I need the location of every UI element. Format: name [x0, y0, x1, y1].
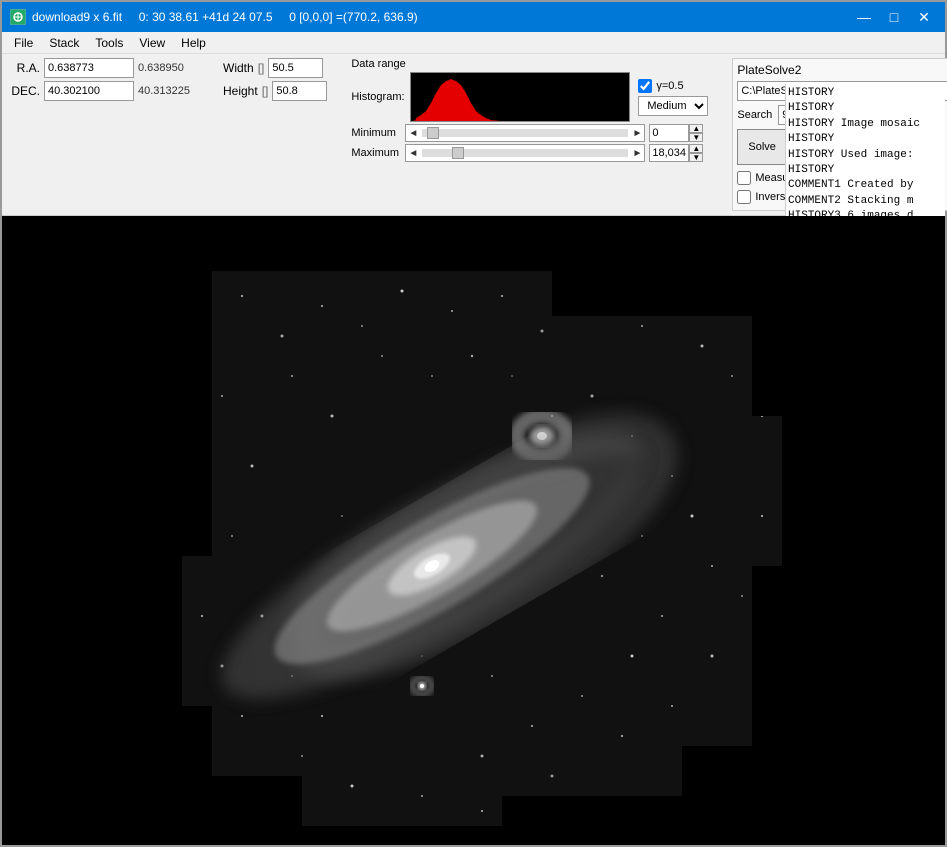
app-icon: [10, 9, 26, 25]
coordinates-section: R.A. 0.638950 DEC. 40.313225: [8, 58, 203, 101]
gamma-row: γ=0.5: [638, 79, 708, 93]
min-spinner-btns: ▲ ▼: [689, 124, 703, 142]
max-track: [422, 149, 628, 157]
width-bracket: []: [258, 61, 265, 75]
galaxy-image: [2, 216, 945, 826]
fits-line-2: HISTORY Image mosaic: [788, 117, 943, 132]
gamma-checkbox[interactable]: [638, 79, 652, 93]
min-arrow-left[interactable]: ◄: [408, 128, 418, 139]
histogram-label: Histogram:: [351, 91, 406, 103]
height-label: Height: [223, 84, 258, 98]
menu-stack[interactable]: Stack: [41, 34, 87, 52]
fits-line-1: HISTORY: [788, 101, 943, 116]
fits-line-4: HISTORY Used image:: [788, 148, 943, 163]
dec-row: DEC. 40.313225: [8, 81, 203, 101]
min-track: [422, 129, 628, 137]
dec-display: 40.313225: [138, 85, 203, 97]
min-arrow-right[interactable]: ►: [632, 128, 642, 139]
max-spinner: ▲ ▼: [649, 144, 703, 162]
measure-dss-checkbox[interactable]: [737, 171, 751, 185]
minimum-slider[interactable]: ◄ ►: [405, 124, 645, 142]
status-coords: 0: 30 38.61 +41d 24 07.5: [139, 10, 273, 24]
max-up-btn[interactable]: ▲: [689, 144, 703, 153]
height-input[interactable]: [272, 81, 327, 101]
maximum-label: Maximum: [351, 147, 401, 159]
max-spinner-btns: ▲ ▼: [689, 144, 703, 162]
toolbar: R.A. 0.638950 DEC. 40.313225 Width []: [2, 54, 945, 216]
ra-label: R.A.: [8, 61, 40, 75]
fits-line-7: COMMENT2 Stacking m: [788, 194, 943, 209]
max-down-btn[interactable]: ▼: [689, 153, 703, 162]
fits-line-5: HISTORY: [788, 163, 943, 178]
min-spinner: ▲ ▼: [649, 124, 703, 142]
minimum-row: Minimum ◄ ► ▲ ▼: [351, 124, 708, 142]
maximum-row: Maximum ◄ ► ▲ ▼: [351, 144, 708, 162]
menu-tools[interactable]: Tools: [87, 34, 131, 52]
max-arrow-right[interactable]: ►: [632, 148, 642, 159]
max-arrow-left[interactable]: ◄: [408, 148, 418, 159]
gamma-label: γ=0.5: [656, 80, 683, 92]
menu-view[interactable]: View: [131, 34, 173, 52]
fits-line-3: HISTORY: [788, 132, 943, 147]
image-area[interactable]: [2, 216, 945, 845]
min-value-input[interactable]: [649, 124, 689, 142]
size-section: Width [] Height []: [223, 58, 327, 101]
close-button[interactable]: ✕: [911, 7, 937, 27]
width-input[interactable]: [268, 58, 323, 78]
ra-display: 0.638950: [138, 62, 203, 74]
ps-search-label: Search: [737, 109, 772, 121]
ra-input[interactable]: [44, 58, 134, 78]
histogram-canvas: [410, 72, 630, 122]
title-bar: download9 x 6.fit 0: 30 38.61 +41d 24 07…: [2, 2, 945, 32]
window-controls: — □ ✕: [851, 7, 937, 27]
dec-input[interactable]: [44, 81, 134, 101]
height-row: Height []: [223, 81, 327, 101]
maximum-slider[interactable]: ◄ ►: [405, 144, 645, 162]
maximize-button[interactable]: □: [881, 7, 907, 27]
inverse-wheel-checkbox[interactable]: [737, 190, 751, 204]
max-value-input[interactable]: [649, 144, 689, 162]
menu-help[interactable]: Help: [173, 34, 214, 52]
min-thumb[interactable]: [427, 127, 439, 139]
width-row: Width []: [223, 58, 327, 78]
max-thumb[interactable]: [452, 147, 464, 159]
window-title: download9 x 6.fit 0: 30 38.61 +41d 24 07…: [32, 10, 851, 24]
width-label: Width: [223, 61, 254, 75]
fits-line-0: HISTORY: [788, 86, 943, 101]
menu-bar: File Stack Tools View Help: [2, 32, 945, 54]
menu-file[interactable]: File: [6, 34, 41, 52]
minimum-label: Minimum: [351, 127, 401, 139]
min-up-btn[interactable]: ▲: [689, 124, 703, 133]
fits-line-6: COMMENT1 Created by: [788, 178, 943, 193]
min-down-btn[interactable]: ▼: [689, 133, 703, 142]
height-bracket: []: [262, 84, 269, 98]
histogram-row: Histogram: γ=0.5: [351, 72, 708, 122]
minimize-button[interactable]: —: [851, 7, 877, 27]
min-max-section: Minimum ◄ ► ▲ ▼: [351, 124, 708, 162]
medium-select[interactable]: Medium Low High: [638, 96, 708, 116]
ra-row: R.A. 0.638950: [8, 58, 203, 78]
coords-display: 0 [0,0,0] =(770.2, 636.9): [289, 10, 417, 24]
title-text: download9 x 6.fit: [32, 10, 122, 24]
platesolve-title: PlateSolve2: [737, 63, 947, 77]
dec-label: DEC.: [8, 84, 40, 98]
solve-button[interactable]: Solve: [737, 129, 787, 165]
data-range-section: Data range Histogram:: [351, 58, 708, 162]
data-range-label: Data range: [351, 58, 405, 70]
